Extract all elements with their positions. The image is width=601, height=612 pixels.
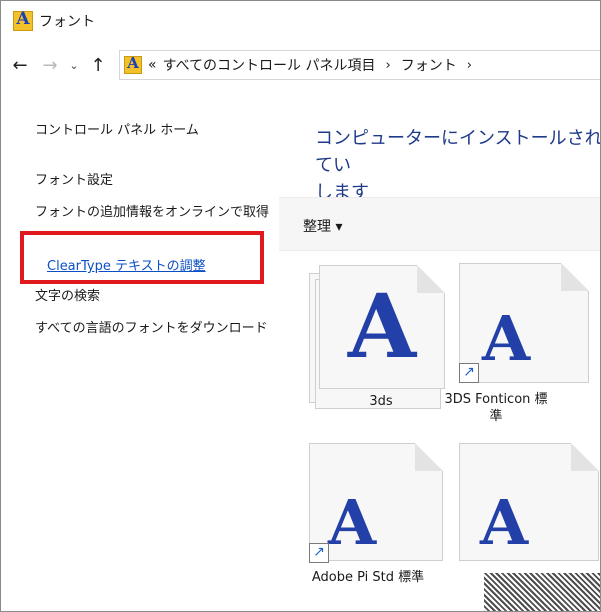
- breadcrumb-fonts[interactable]: フォント: [401, 55, 457, 75]
- font-glyph: A: [328, 486, 377, 559]
- sidebar-item-get-more-font-info[interactable]: フォントの追加情報をオンラインで取得: [35, 205, 271, 221]
- sidebar-item-find-character[interactable]: 文字の検索: [35, 289, 100, 305]
- back-arrow-icon[interactable]: ←: [5, 55, 35, 76]
- sidebar-item-control-panel-home[interactable]: コントロール パネル ホーム: [35, 123, 199, 139]
- font-file-icon: A: [309, 443, 443, 561]
- highlight-box: [20, 231, 264, 284]
- title-bar: A フォント: [1, 1, 600, 41]
- breadcrumb-overflow[interactable]: «: [148, 57, 157, 73]
- sidebar-item-font-settings[interactable]: フォント設定: [35, 173, 113, 189]
- font-tile-adobe-pi-std[interactable]: A ↗ Adobe Pi Std 標準: [301, 443, 443, 611]
- up-arrow-icon[interactable]: ↑: [83, 55, 113, 76]
- font-tile-3ds[interactable]: A 3ds: [301, 265, 445, 415]
- command-bar: 整理 ▾: [279, 197, 600, 251]
- font-folder-icon: A: [13, 9, 33, 31]
- organize-menu-button[interactable]: 整理 ▾: [303, 216, 342, 236]
- font-glyph: A: [347, 274, 417, 378]
- page-fold: [571, 443, 599, 471]
- font-folder-icon: A: [124, 54, 142, 74]
- sidebar-item-download-all-fonts[interactable]: すべての言語のフォントをダウンロード: [35, 321, 271, 337]
- shortcut-arrow-icon: ↗: [459, 363, 479, 383]
- address-box[interactable]: A « すべてのコントロール パネル項目 › フォント ›: [119, 50, 600, 80]
- window-title: フォント: [39, 14, 95, 30]
- font-glyph: A: [482, 302, 531, 375]
- heading-text: コンピューターにインストールされてい します: [315, 128, 601, 203]
- obscured-area: [484, 573, 600, 611]
- font-tile-4[interactable]: A: [451, 443, 599, 573]
- forward-arrow-icon[interactable]: →: [35, 55, 65, 76]
- breadcrumb-separator-icon[interactable]: ›: [467, 58, 472, 73]
- page-fold: [415, 443, 443, 471]
- font-tile-3ds-fonticon[interactable]: A ↗ 3DS Fonticon 標準: [444, 263, 589, 433]
- page-fold: [561, 263, 589, 291]
- window: A フォント ← → ⌄ ↑ A « すべてのコントロール パネル項目 › フォ…: [0, 0, 601, 612]
- recent-locations-chevron-icon[interactable]: ⌄: [65, 59, 83, 72]
- font-glyph: A: [480, 486, 529, 559]
- font-name: 3DS Fonticon 標準: [444, 392, 548, 424]
- shortcut-arrow-icon: ↗: [309, 543, 329, 563]
- breadcrumb-all-control-panel-items[interactable]: すべてのコントロール パネル項目: [163, 55, 376, 75]
- font-file-icon: A: [319, 265, 445, 389]
- content-heading: コンピューターにインストールされてい します: [315, 125, 601, 206]
- font-file-icon: A: [459, 443, 599, 561]
- font-name: Adobe Pi Std 標準: [311, 570, 425, 585]
- font-name: 3ds: [369, 394, 393, 409]
- breadcrumb-separator-icon[interactable]: ›: [386, 58, 391, 73]
- address-bar-row: ← → ⌄ ↑ A « すべてのコントロール パネル項目 › フォント ›: [1, 45, 600, 85]
